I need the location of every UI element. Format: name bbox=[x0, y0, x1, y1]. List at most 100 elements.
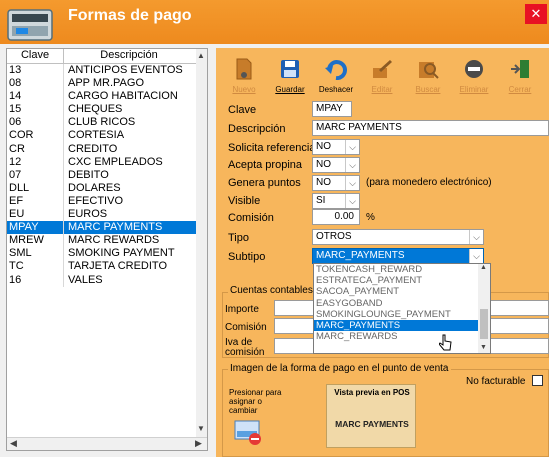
cell-descripcion: TARJETA CREDITO bbox=[68, 260, 168, 273]
table-row[interactable]: 12 CXC EMPLEADOS bbox=[7, 155, 207, 169]
deshacer-label: Deshacer bbox=[318, 85, 354, 94]
assign-image-icon[interactable] bbox=[234, 419, 264, 445]
table-row[interactable]: 16 VALES bbox=[7, 273, 207, 287]
cell-clave: 12 bbox=[7, 155, 64, 169]
table-row[interactable]: DLL DOLARES bbox=[7, 181, 207, 195]
cell-descripcion: EUROS bbox=[68, 208, 108, 221]
column-header-descripcion[interactable]: Descripción bbox=[64, 49, 194, 63]
table-row[interactable]: EU EUROS bbox=[7, 208, 207, 222]
dropdown-option[interactable]: SACOA_PAYMENT bbox=[314, 286, 490, 297]
cerrar-button[interactable]: Cerrar bbox=[500, 54, 540, 98]
buscar-button[interactable]: Buscar bbox=[408, 54, 448, 98]
importe-label: Importe bbox=[225, 304, 259, 315]
table-row[interactable]: 14 CARGO HABITACION bbox=[7, 90, 207, 104]
mouse-cursor-icon bbox=[439, 334, 452, 351]
cerrar-label: Cerrar bbox=[508, 85, 532, 94]
undo-icon bbox=[325, 60, 347, 80]
table-row[interactable]: MREW MARC REWARDS bbox=[7, 234, 207, 248]
payment-methods-list: Clave Descripción 13 ANTICIPOS EVENTOS 08 A… bbox=[6, 48, 208, 451]
new-document-icon bbox=[236, 58, 252, 80]
acepta-propina-select[interactable]: NO ⌵ bbox=[312, 157, 360, 173]
subtipo-select[interactable]: MARC_PAYMENTS ⌵ bbox=[312, 248, 484, 264]
table-row[interactable]: COR CORTESIA bbox=[7, 129, 207, 143]
table-row[interactable]: TC TARJETA CREDITO bbox=[7, 260, 207, 274]
cell-clave: 07 bbox=[7, 168, 64, 182]
cell-clave: 06 bbox=[7, 116, 64, 130]
genera-puntos-select[interactable]: NO ⌵ bbox=[312, 175, 360, 191]
solicita-referencia-select[interactable]: NO ⌵ bbox=[312, 139, 360, 155]
comision-input[interactable]: 0.00 bbox=[312, 209, 360, 225]
scroll-down-icon[interactable]: ▼ bbox=[197, 424, 205, 433]
scroll-up-icon[interactable]: ▲ bbox=[197, 51, 205, 60]
cell-descripcion: CREDITO bbox=[68, 142, 118, 155]
cell-clave: MPAY bbox=[7, 221, 64, 235]
cell-descripcion: APP MR.PAGO bbox=[68, 77, 145, 90]
subtipo-dropdown-list[interactable]: TOKENCASH_REWARD ESTRATECA_PAYMENT SACOA_P… bbox=[313, 263, 491, 354]
chevron-down-icon[interactable]: ⌵ bbox=[345, 140, 359, 154]
deshacer-button[interactable]: Deshacer bbox=[316, 54, 356, 98]
table-row[interactable]: 07 DEBITO bbox=[7, 168, 207, 182]
dropdown-scroll-down-icon[interactable]: ▼ bbox=[480, 344, 487, 351]
chevron-down-icon[interactable]: ⌵ bbox=[469, 230, 483, 244]
exit-door-icon bbox=[511, 60, 529, 78]
nuevo-button[interactable]: Nuevo bbox=[224, 54, 264, 98]
table-row[interactable]: CR CREDITO bbox=[7, 142, 207, 156]
cuentas-comision-label: Comisión bbox=[225, 322, 267, 333]
dropdown-option[interactable]: SMOKINGLOUNGE_PAYMENT bbox=[314, 309, 490, 320]
scroll-right-icon[interactable]: ▶ bbox=[195, 438, 202, 449]
cuentas-contables-title: Cuentas contables bbox=[228, 285, 315, 296]
dropdown-option[interactable]: MARC_REWARDS bbox=[314, 331, 490, 342]
editar-label: Editar bbox=[371, 85, 393, 94]
cell-descripcion: CARGO HABITACION bbox=[68, 90, 178, 103]
dropdown-scroll-up-icon[interactable]: ▲ bbox=[480, 264, 487, 271]
tipo-select[interactable]: OTROS ⌵ bbox=[312, 229, 484, 245]
table-row[interactable]: SML SMOKING PAYMENT bbox=[7, 247, 207, 261]
table-row[interactable]: EF EFECTIVO bbox=[7, 194, 207, 209]
dropdown-option[interactable]: ESTRATECA_PAYMENT bbox=[314, 275, 490, 286]
table-row[interactable]: 08 APP MR.PAGO bbox=[7, 77, 207, 91]
chevron-down-icon[interactable]: ⌵ bbox=[345, 176, 359, 190]
clave-input[interactable]: MPAY bbox=[312, 101, 352, 117]
visible-select[interactable]: SI ⌵ bbox=[312, 193, 360, 209]
descripcion-input[interactable]: MARC PAYMENTS bbox=[312, 120, 549, 136]
dropdown-option[interactable]: MARC_PAYMENTS bbox=[314, 319, 490, 332]
cell-clave: DLL bbox=[7, 181, 64, 195]
search-icon bbox=[419, 62, 439, 79]
list-horizontal-scrollbar[interactable]: ◀ ▶ bbox=[7, 437, 207, 450]
chevron-down-icon[interactable]: ⌵ bbox=[469, 249, 483, 263]
no-facturable-checkbox[interactable] bbox=[532, 375, 543, 386]
chevron-down-icon[interactable]: ⌵ bbox=[345, 194, 359, 208]
subtipo-label: Subtipo bbox=[228, 251, 266, 263]
title-bar: Formas de pago ✕ bbox=[0, 0, 549, 44]
comision-label: Comisión bbox=[228, 212, 274, 224]
clave-label: Clave bbox=[228, 104, 257, 116]
nuevo-label: Nuevo bbox=[232, 85, 256, 94]
list-vertical-scrollbar[interactable]: ▲ ▼ bbox=[196, 49, 207, 437]
imagen-instructions: Presionar para asignar o cambiar bbox=[229, 388, 281, 415]
subtipo-value: MARC_PAYMENTS bbox=[316, 250, 405, 261]
eliminar-button[interactable]: Eliminar bbox=[454, 54, 494, 98]
editar-button[interactable]: Editar bbox=[362, 54, 402, 98]
table-row[interactable]: 15 CHEQUES bbox=[7, 103, 207, 117]
cell-descripcion: MARC PAYMENTS bbox=[68, 221, 163, 234]
scroll-left-icon[interactable]: ◀ bbox=[10, 438, 17, 449]
save-icon bbox=[281, 60, 299, 78]
close-window-button[interactable]: ✕ bbox=[525, 4, 547, 24]
dropdown-scrollbar[interactable]: ▲ ▼ bbox=[478, 264, 490, 353]
cell-clave: EU bbox=[7, 208, 64, 222]
table-row[interactable]: 06 CLUB RICOS bbox=[7, 116, 207, 130]
column-header-clave[interactable]: Clave bbox=[7, 49, 64, 63]
dropdown-option[interactable]: EASYGOBAND bbox=[314, 298, 490, 309]
table-row[interactable]: 13 ANTICIPOS EVENTOS bbox=[7, 64, 207, 78]
dropdown-scroll-thumb[interactable] bbox=[480, 309, 488, 339]
iva-comision-label: Iva de comisión bbox=[225, 338, 264, 358]
dropdown-option[interactable]: TOKENCASH_REWARD bbox=[314, 264, 490, 275]
genera-puntos-note: (para monedero electrónico) bbox=[366, 177, 492, 188]
cell-clave: MREW bbox=[7, 234, 64, 248]
imagen-group-title: Imagen de la forma de pago en el punto d… bbox=[228, 363, 451, 374]
chevron-down-icon[interactable]: ⌵ bbox=[345, 158, 359, 172]
guardar-label: Guardar bbox=[275, 85, 305, 94]
table-row[interactable]: MPAY MARC PAYMENTS bbox=[7, 221, 207, 235]
guardar-button[interactable]: Guardar bbox=[270, 54, 310, 98]
pos-preview-box: Vista previa en POS MARC PAYMENTS bbox=[326, 384, 416, 448]
